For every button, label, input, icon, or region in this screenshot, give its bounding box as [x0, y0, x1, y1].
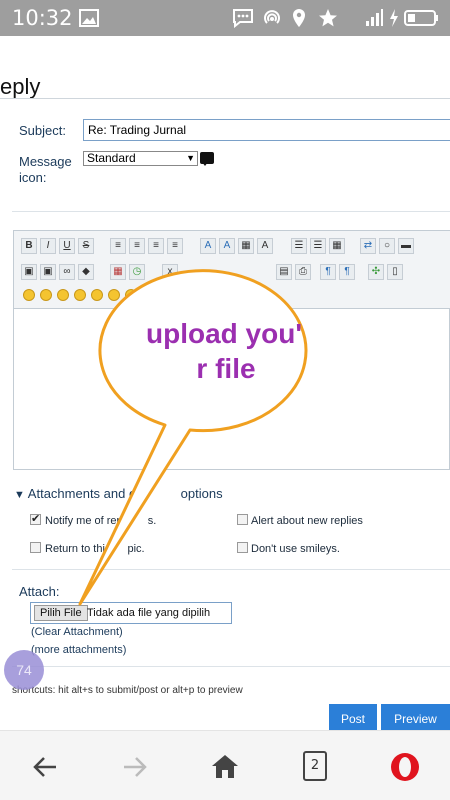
- notify-label: Notify me of rep s.: [45, 515, 156, 527]
- align-left-icon[interactable]: ≡: [110, 238, 126, 254]
- bullet-list-icon[interactable]: ☰: [291, 238, 307, 254]
- smiley-icon[interactable]: [74, 289, 86, 301]
- return-label-1: Return to this: [45, 543, 111, 555]
- divider: [12, 211, 450, 212]
- smiley-icon[interactable]: [23, 289, 35, 301]
- forward-arrow-icon[interactable]: [122, 755, 148, 779]
- chevron-down-icon: ▼: [14, 489, 25, 501]
- tabs-button[interactable]: 2: [303, 751, 327, 781]
- ltr-icon[interactable]: ¶: [320, 264, 336, 280]
- more-attachments-link[interactable]: (more attachments): [31, 644, 126, 656]
- alert-checkbox[interactable]: [237, 514, 248, 525]
- paste-icon[interactable]: ▤: [276, 264, 292, 280]
- document-icon[interactable]: ▯: [387, 264, 403, 280]
- battery-icon: [404, 10, 438, 26]
- notify-label-1: Notify me of rep: [45, 515, 123, 527]
- smiley-icon[interactable]: [57, 289, 69, 301]
- opera-menu-icon[interactable]: [389, 751, 421, 783]
- underline-button[interactable]: U: [59, 238, 75, 254]
- divider: [12, 666, 450, 667]
- location-icon: [293, 9, 305, 27]
- insert-link-icon[interactable]: ∞: [59, 264, 75, 280]
- page-content: eply Subject: Re: Trading Jurnal Message…: [0, 36, 450, 730]
- rtl-icon[interactable]: ¶: [339, 264, 355, 280]
- post-button[interactable]: Post: [329, 704, 377, 730]
- chat-icon: [233, 9, 253, 28]
- message-icon-selected: Standard: [87, 151, 136, 165]
- page-title: eply: [0, 74, 41, 99]
- comment-icon[interactable]: ○: [379, 238, 395, 254]
- remove-format-icon[interactable]: A: [257, 238, 273, 254]
- smiley-icon[interactable]: [91, 289, 103, 301]
- dropdown-arrow-icon: ▼: [186, 153, 195, 163]
- floating-notification-badge[interactable]: 74: [4, 650, 44, 690]
- status-time: 10:32: [12, 6, 73, 30]
- bold-button[interactable]: B: [21, 238, 37, 254]
- subject-input[interactable]: Re: Trading Jurnal: [83, 119, 450, 141]
- charging-icon: [390, 9, 398, 27]
- message-icon-label-2: icon:: [19, 170, 47, 185]
- insert-media-icon[interactable]: ▣: [40, 264, 56, 280]
- speech-bubble-icon: [200, 152, 214, 166]
- back-arrow-icon[interactable]: [32, 755, 58, 779]
- attachments-options-label-2: options: [180, 486, 223, 501]
- print-icon[interactable]: ⎙: [295, 264, 311, 280]
- gallery-icon: [79, 9, 99, 27]
- unlink-icon[interactable]: ◆: [78, 264, 94, 280]
- align-right-icon[interactable]: ≡: [148, 238, 164, 254]
- smileys-label: Don't use smileys.: [251, 543, 340, 555]
- divider: [12, 569, 450, 570]
- insert-image-icon[interactable]: ▣: [21, 264, 37, 280]
- attach-label: Attach:: [19, 584, 60, 599]
- font-color-icon[interactable]: ▦: [238, 238, 254, 254]
- horizontal-rule-icon[interactable]: ▬: [398, 238, 414, 254]
- subscript-icon[interactable]: x: [162, 264, 178, 280]
- return-label: Return to this pic.: [45, 543, 145, 555]
- strike-button[interactable]: S: [78, 238, 94, 254]
- star-icon: [319, 9, 337, 27]
- attachments-options-label-1: Attachments and oth: [27, 486, 148, 501]
- choose-file-button[interactable]: Pilih File: [34, 605, 88, 621]
- clear-attachment-link[interactable]: (Clear Attachment): [31, 626, 123, 638]
- notify-checkbox[interactable]: [30, 512, 41, 525]
- table-icon[interactable]: ▦: [329, 238, 345, 254]
- notify-label-2: s.: [147, 515, 157, 527]
- shortcuts-hint: shortcuts: hit alt+s to submit/post or a…: [12, 685, 243, 696]
- align-justify-icon[interactable]: ≡: [167, 238, 183, 254]
- align-center-icon[interactable]: ≡: [129, 238, 145, 254]
- font-size-icon[interactable]: A: [219, 238, 235, 254]
- italic-button[interactable]: I: [40, 238, 56, 254]
- no-file-text: Tidak ada file yang dipilih: [87, 607, 211, 619]
- insert-date-icon[interactable]: ▦: [110, 264, 126, 280]
- source-icon[interactable]: ⇄: [360, 238, 376, 254]
- file-input[interactable]: Pilih File Tidak ada file yang dipilih: [30, 602, 232, 624]
- return-label-2: pic.: [127, 543, 145, 555]
- smileys-checkbox[interactable]: [237, 542, 248, 553]
- smiley-icon[interactable]: [40, 289, 52, 301]
- smiley-icon[interactable]: [125, 289, 137, 301]
- numbered-list-icon[interactable]: ☰: [310, 238, 326, 254]
- tabs-count: 2: [310, 758, 320, 773]
- message-icon-select[interactable]: Standard ▼: [83, 151, 198, 166]
- insert-time-icon[interactable]: ◷: [129, 264, 145, 280]
- subject-label: Subject:: [19, 123, 66, 138]
- browser-navbar: 2: [0, 730, 450, 800]
- attachments-options-header[interactable]: ▼ Attachments and oth options: [14, 486, 223, 501]
- message-editor[interactable]: B I U S ≡ ≡ ≡ ≡ A A ▦ A ☰ ☰ ▦ ⇄ ○ ▬ ▣ ▣ …: [13, 230, 450, 470]
- message-icon-label-1: Message: [19, 154, 72, 169]
- font-face-icon[interactable]: A: [200, 238, 216, 254]
- hotspot-icon: [264, 10, 280, 24]
- home-icon[interactable]: [211, 753, 239, 779]
- return-checkbox[interactable]: [30, 542, 41, 553]
- alert-label: Alert about new replies: [251, 515, 363, 527]
- preview-button[interactable]: Preview: [381, 704, 450, 730]
- status-bar: 10:32: [0, 0, 450, 36]
- maximize-icon[interactable]: ✣: [368, 264, 384, 280]
- editor-toolbar: B I U S ≡ ≡ ≡ ≡ A A ▦ A ☰ ☰ ▦ ⇄ ○ ▬ ▣ ▣ …: [14, 231, 450, 309]
- title-divider: [0, 98, 450, 99]
- smiley-icon[interactable]: [108, 289, 120, 301]
- signal-icon: [366, 9, 383, 26]
